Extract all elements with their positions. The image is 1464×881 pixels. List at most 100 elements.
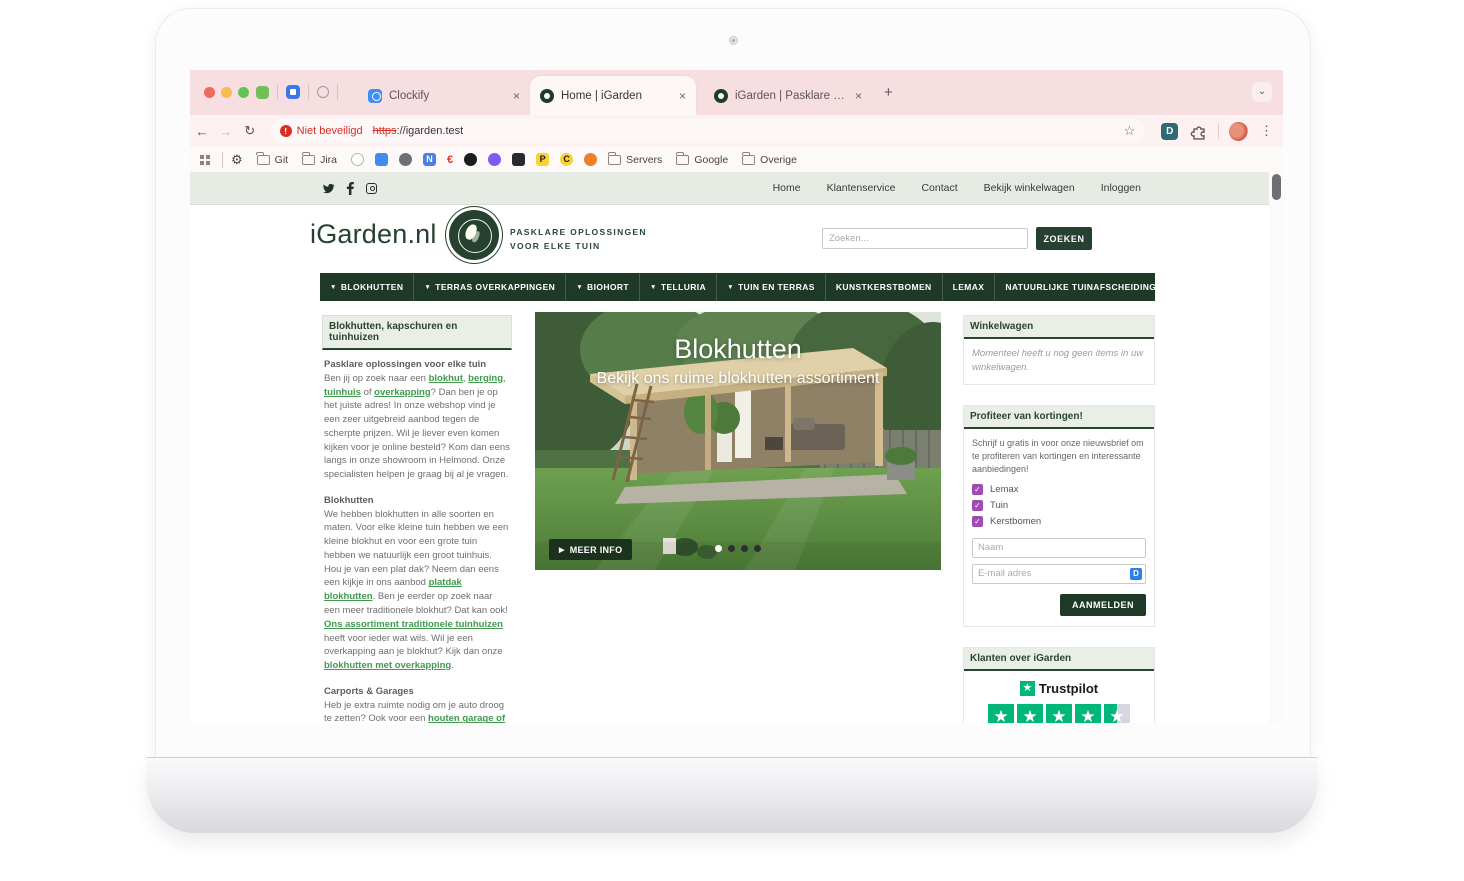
nav-item-kunstkerstbomen[interactable]: KUNSTKERSTBOMEN (826, 273, 943, 301)
twitter-icon[interactable] (322, 182, 335, 195)
search-input[interactable] (822, 228, 1028, 249)
name-input[interactable] (972, 538, 1146, 558)
extensions-puzzle-icon[interactable] (1190, 122, 1208, 140)
carousel-dot[interactable] (728, 545, 735, 552)
bookmark-folder-git[interactable]: Git (257, 154, 288, 166)
settings-bookmark-icon[interactable]: ⚙ (231, 152, 243, 168)
email-input[interactable] (972, 564, 1146, 584)
bookmark-favicon[interactable]: € (447, 154, 453, 166)
facebook-icon[interactable] (344, 182, 357, 195)
caret-down-icon: ▼ (650, 284, 657, 291)
inline-text-link[interactable]: Ons assortiment traditionele tuinhuizen (324, 619, 503, 630)
utility-link-contact[interactable]: Contact (921, 182, 957, 194)
utility-link-home[interactable]: Home (773, 182, 801, 194)
nav-item-tuinafscheidingen[interactable]: NATUURLIJKE TUINAFSCHEIDINGEN (995, 273, 1179, 301)
tab-close-icon[interactable]: × (513, 89, 520, 103)
nav-item-biohort[interactable]: ▼ BIOHORT (566, 273, 640, 301)
inline-text-link[interactable]: blokhut (429, 373, 463, 384)
page-scrollbar[interactable] (1269, 172, 1283, 723)
bookmark-folder-google[interactable]: Google (676, 154, 728, 166)
site-header: iGarden.nl PASKLARE OPLOSSINGEN VOOR ELK… (190, 205, 1269, 273)
page-content: Blokhutten, kapschuren en tuinhuizen Pas… (190, 301, 1269, 723)
bookmark-favicon[interactable] (351, 153, 364, 166)
browser-menu-icon[interactable]: ⋮ (1260, 123, 1273, 139)
inline-text-link[interactable]: tuinhuis (324, 387, 361, 398)
nav-item-terras-overkappingen[interactable]: ▼ TERRAS OVERKAPPINGEN (414, 273, 566, 301)
checkbox-label: Tuin (990, 500, 1008, 511)
inline-text-link[interactable]: berging (468, 373, 503, 384)
extension-d-icon[interactable]: D (1161, 123, 1178, 140)
tab-search-chevron-icon[interactable]: ⌄ (1252, 82, 1272, 102)
security-chip[interactable]: Niet beveiligd (297, 125, 363, 137)
window-minimize-button[interactable] (221, 87, 232, 98)
nav-item-telluria[interactable]: ▼ TELLURIA (640, 273, 717, 301)
inline-text-link[interactable]: blokhutten met overkapping (324, 660, 451, 671)
nav-item-tuin-en-terras[interactable]: ▼ TUIN EN TERRAS (717, 273, 826, 301)
tab-close-icon[interactable]: × (679, 89, 686, 103)
tab-igarden-pasklare[interactable]: iGarden | Pasklare oplossing × (704, 76, 872, 115)
tab-separator (277, 84, 278, 100)
bookmark-star-icon[interactable]: ☆ (1124, 123, 1136, 139)
new-tab-button[interactable]: + (884, 84, 893, 101)
bookmark-favicon[interactable] (375, 153, 388, 166)
bookmark-favicon[interactable] (488, 153, 501, 166)
nav-item-blokhutten[interactable]: ▼ BLOKHUTTEN (320, 273, 414, 301)
forward-button[interactable]: → (214, 124, 238, 139)
search-button[interactable]: ZOEKEN (1036, 227, 1092, 250)
pinned-tab-icon[interactable] (286, 85, 300, 99)
igarden-favicon (714, 89, 728, 103)
bookmark-favicon[interactable]: C (560, 153, 573, 166)
inline-text-link[interactable]: platdak blokhutten (324, 577, 462, 602)
checkbox-checked-icon[interactable]: ✓ (972, 500, 983, 511)
site-logo[interactable]: iGarden.nl (310, 219, 437, 250)
carousel-dot[interactable] (715, 545, 722, 552)
bookmark-favicon[interactable] (512, 153, 525, 166)
tab-title: Clockify (389, 90, 429, 102)
carousel-dot[interactable] (741, 545, 748, 552)
cart-title: Winkelwagen (964, 316, 1154, 339)
aanmelden-button[interactable]: AANMELDEN (1060, 594, 1146, 616)
scrollbar-thumb[interactable] (1272, 174, 1281, 200)
bookmark-favicon[interactable] (584, 153, 597, 166)
bookmark-favicon[interactable]: P (536, 153, 549, 166)
window-zoom-button[interactable] (238, 87, 249, 98)
utility-link-winkelwagen[interactable]: Bekijk winkelwagen (984, 182, 1075, 194)
inline-text-link[interactable]: overkapping (374, 387, 431, 398)
inline-text-link[interactable]: houten garage of carport (324, 713, 505, 723)
tab-home-igarden[interactable]: Home | iGarden × (530, 76, 696, 115)
pinned-tab-icon[interactable] (256, 86, 269, 99)
bookmark-folder-jira[interactable]: Jira (302, 154, 337, 166)
bookmark-favicon[interactable] (464, 153, 477, 166)
utility-link-klantenservice[interactable]: Klantenservice (827, 182, 896, 194)
bookmark-favicon[interactable]: N (423, 153, 436, 166)
autofill-icon[interactable]: D (1130, 568, 1142, 580)
bookmark-favicon[interactable] (399, 153, 412, 166)
pinned-tab-icon[interactable] (317, 86, 329, 98)
instagram-icon[interactable] (366, 183, 377, 194)
checkbox-checked-icon[interactable]: ✓ (972, 484, 983, 495)
newsletter-option-tuin[interactable]: ✓ Tuin (972, 500, 1146, 511)
igarden-favicon (540, 89, 554, 103)
profile-avatar[interactable] (1229, 122, 1248, 141)
tab-close-icon[interactable]: × (855, 89, 862, 103)
trustpilot-logo[interactable]: ★ Trustpilot (964, 681, 1154, 696)
trustpilot-rating-stars: ★ ★ ★ ★ ★ (964, 704, 1154, 723)
nav-item-lemax[interactable]: LEMAX (943, 273, 996, 301)
address-bar[interactable]: ! Niet beveiligd https ://igarden.test ☆ (270, 119, 1146, 143)
newsletter-option-kerstbomen[interactable]: ✓ Kerstbomen (972, 516, 1146, 527)
hero-carousel[interactable]: Blokhutten Bekijk ons ruime blokhutten a… (535, 312, 941, 570)
window-close-button[interactable] (204, 87, 215, 98)
checkbox-checked-icon[interactable]: ✓ (972, 516, 983, 527)
utility-link-inloggen[interactable]: Inloggen (1101, 182, 1141, 194)
bookmark-folder-overige[interactable]: Overige (742, 154, 797, 166)
newsletter-title: Profiteer van kortingen! (964, 406, 1154, 429)
bookmark-folder-servers[interactable]: Servers (608, 154, 662, 166)
tab-clockify[interactable]: Clockify × (358, 76, 530, 115)
folder-icon (608, 155, 621, 165)
newsletter-option-lemax[interactable]: ✓ Lemax (972, 484, 1146, 495)
carousel-dot[interactable] (754, 545, 761, 552)
apps-grid-icon[interactable] (200, 155, 210, 165)
reload-button[interactable]: ↻ (238, 123, 262, 139)
back-button[interactable]: ← (190, 124, 214, 139)
laptop-mockup: Clockify × Home | iGarden × iGarden | Pa… (0, 0, 1464, 881)
